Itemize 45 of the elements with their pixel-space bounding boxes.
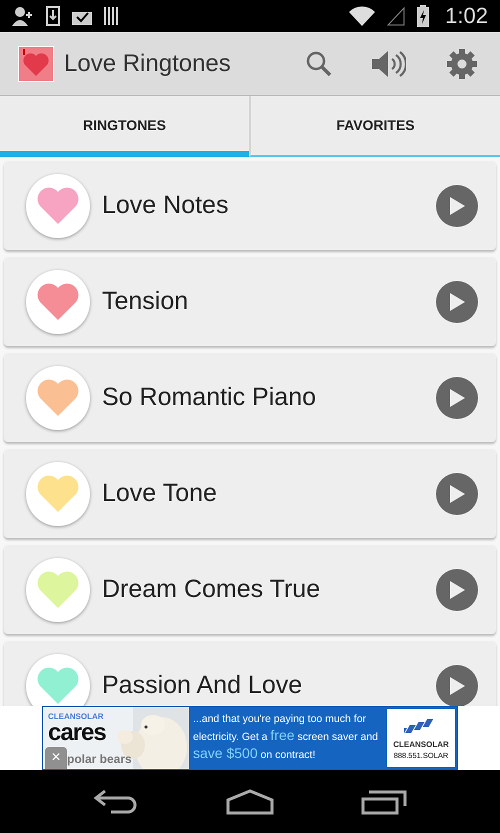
battery-icon [417, 5, 430, 27]
app-title: Love Ringtones [64, 50, 231, 78]
ad-brand: CLEANSOLAR [48, 712, 104, 721]
download-icon [46, 6, 60, 26]
play-icon [449, 580, 465, 598]
home-icon [226, 788, 274, 814]
ringtone-card[interactable]: Dream Comes True [4, 545, 496, 634]
recent-apps-icon [360, 788, 407, 814]
ringtone-name: Tension [102, 287, 190, 316]
ringtone-name: Love Tone [102, 479, 218, 508]
play-button[interactable] [436, 184, 478, 226]
ringtone-name: Love Notes [102, 191, 230, 220]
ringtone-card[interactable]: So Romantic Piano [4, 353, 496, 442]
play-icon [449, 388, 465, 406]
clock-time: 1:02 [445, 3, 488, 29]
ringtone-card[interactable]: Tension [4, 257, 496, 346]
ringtone-name: So Romantic Piano [102, 383, 318, 412]
ad-tagline: polar bears [67, 752, 132, 766]
ad-logo-text: CLEANSOLAR [393, 740, 449, 749]
play-button[interactable] [436, 568, 478, 610]
wifi-icon [349, 6, 376, 26]
search-icon [306, 50, 332, 76]
speaker-icon [372, 50, 406, 78]
play-icon [449, 196, 465, 214]
ad-message: ...and that you're paying too much for electricity. Get a free screen saver and save $500 on contract! [192, 712, 380, 763]
settings-icon [446, 48, 478, 80]
play-icon [449, 484, 465, 502]
ad-headline: cares [48, 719, 106, 747]
play-icon [449, 676, 465, 694]
app-logo-icon [18, 46, 54, 82]
ringtone-card[interactable]: Love Tone [4, 449, 496, 538]
cell-signal-icon [387, 6, 406, 26]
barcode-icon [104, 7, 120, 25]
ringtone-card[interactable]: Love Notes [4, 161, 496, 250]
play-button[interactable] [436, 376, 478, 418]
ringtone-name: Dream Comes True [102, 575, 322, 604]
play-icon [449, 292, 465, 310]
tab[interactable]: FAVORITES [249, 96, 500, 157]
play-button[interactable] [436, 472, 478, 514]
back-icon [93, 788, 140, 814]
ringtone-card[interactable]: Passion And Love [4, 641, 496, 706]
play-button[interactable] [436, 664, 478, 706]
play-button[interactable] [436, 280, 478, 322]
ringtone-name: Passion And Love [102, 671, 304, 700]
add-contact-icon [12, 6, 34, 26]
